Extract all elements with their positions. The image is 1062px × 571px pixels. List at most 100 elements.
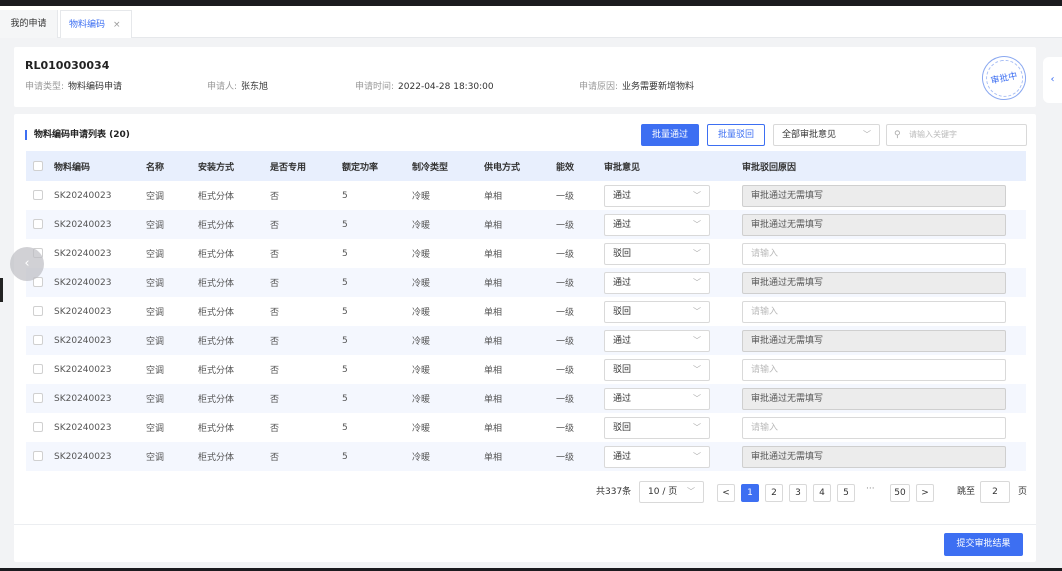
cell-code: SK20240023 [54, 210, 146, 239]
reject-reason-input[interactable]: 请输入 [742, 300, 1006, 323]
cell-install: 柜式分体 [198, 268, 270, 297]
tab-material-code-label: 物料编码 [69, 20, 106, 30]
cell-special: 否 [270, 210, 342, 239]
page-button-3[interactable]: 3 [789, 484, 807, 502]
col-header-special: 是否专用 [270, 151, 342, 181]
cell-name: 空调 [146, 268, 198, 297]
opinion-select[interactable]: 通过 ﹀ [604, 213, 710, 236]
row-checkbox[interactable] [33, 335, 43, 346]
opinion-select[interactable]: 通过 ﹀ [604, 445, 710, 468]
cell-efficiency: 一级 [556, 192, 575, 202]
batch-reject-button[interactable]: 批量驳回 [707, 124, 765, 146]
page-size-value: 10 / 页 [648, 487, 678, 497]
opinion-value: 通过 [613, 393, 632, 404]
reject-reason-input[interactable]: 请输入 [742, 242, 1006, 265]
page-button-4[interactable]: 4 [813, 484, 831, 502]
opinion-filter-select[interactable]: 全部审批意见 ﹀ [773, 124, 880, 146]
chevron-down-icon: ﹀ [863, 130, 871, 139]
row-checkbox[interactable] [33, 219, 43, 230]
batch-pass-button[interactable]: 批量通过 [641, 124, 699, 146]
cell-power: 5 [342, 326, 412, 355]
cell-supply: 单相 [484, 384, 556, 413]
row-checkbox[interactable] [33, 393, 43, 404]
close-icon[interactable]: × [113, 20, 121, 30]
chevron-down-icon: ﹀ [693, 422, 701, 432]
chevron-down-icon: ﹀ [693, 335, 701, 345]
cell-efficiency: 一级 [556, 326, 592, 355]
side-panel-toggle[interactable]: ‹ [1043, 57, 1062, 103]
cell-install: 柜式分体 [198, 424, 235, 434]
chevron-down-icon: ﹀ [693, 190, 701, 200]
opinion-select[interactable]: 通过 ﹀ [604, 329, 710, 352]
cell-install: 柜式分体 [198, 250, 235, 260]
prev-page-button[interactable]: < [717, 484, 735, 502]
submit-approval-button[interactable]: 提交审批结果 [944, 533, 1023, 556]
opinion-select[interactable]: 通过 ﹀ [604, 387, 710, 410]
next-page-button[interactable]: > [916, 484, 934, 502]
cell-efficiency: 一级 [556, 442, 592, 471]
row-checkbox[interactable] [33, 306, 43, 317]
row-checkbox[interactable] [33, 451, 43, 462]
row-checkbox[interactable] [33, 422, 43, 433]
opinion-select[interactable]: 通过 ﹀ [604, 184, 710, 207]
cell-efficiency: 一级 [556, 308, 575, 318]
opinion-select[interactable]: 驳回 ﹀ [604, 242, 710, 265]
cell-power: 5 [342, 422, 348, 433]
col-header-reason: 审批驳回原因 [730, 151, 1026, 181]
reject-reason-input: 审批通过无需填写 [742, 271, 1006, 294]
opinion-select[interactable]: 驳回 ﹀ [604, 416, 710, 439]
cell-name: 空调 [146, 308, 165, 318]
cell-supply: 单相 [484, 326, 556, 355]
col-header-name: 名称 [146, 151, 198, 181]
applicant: 申请人: 张东旭 [207, 82, 269, 92]
page-button-1[interactable]: 1 [741, 484, 759, 502]
cell-cool: 冷暖 [412, 308, 431, 318]
application-time: 申请时间: 2022-04-28 18:30:00 [355, 82, 494, 92]
cell-special: 否 [270, 250, 280, 260]
table-row: SK20240023 空调 柜式分体否 5 冷暖 单相 一级 通过 ﹀ 审批通过无需填写 [26, 442, 1026, 471]
opinion-select[interactable]: 通过 ﹀ [604, 271, 710, 294]
material-table: 物料编码 名称 安装方式 是否专用 额定功率 制冷类型 供电方式 能效 审批意见… [26, 151, 1026, 471]
tab-material-code[interactable]: 物料编码 × [60, 10, 132, 38]
cell-cool: 冷暖 [412, 192, 431, 202]
prev-arrow-button[interactable]: ‹ [10, 247, 44, 281]
table-row: SK20240023 空调 柜式分体 否 5 冷暖 单相 一级 驳回 ﹀ 请输入 [26, 297, 1026, 326]
row-checkbox[interactable] [33, 190, 43, 201]
cell-supply: 单相 [484, 424, 503, 434]
opinion-filter-value: 全部审批意见 [782, 130, 837, 140]
opinion-select[interactable]: 驳回 ﹀ [604, 300, 710, 323]
tab-my-applications[interactable]: 我的申请 [0, 10, 58, 38]
cell-name: 空调 [146, 366, 165, 376]
cell-power: 5 [342, 190, 348, 201]
page-size-select[interactable]: 10 / 页 ﹀ [639, 481, 704, 503]
tab-bar: 我的申请 物料编码 × [0, 6, 1062, 38]
reject-reason-input: 审批通过无需填写 [742, 184, 1006, 207]
page-button-5[interactable]: 5 [837, 484, 855, 502]
chevron-down-icon: ﹀ [693, 364, 701, 374]
opinion-value: 通过 [613, 190, 632, 201]
opinion-value: 驳回 [613, 422, 632, 433]
cell-code: SK20240023 [54, 248, 112, 259]
select-all-checkbox[interactable] [33, 160, 43, 171]
cell-power: 5 [342, 268, 412, 297]
table-row: SK20240023 空调 柜式分体否 5 冷暖 单相 一级 通过 ﹀ 审批通过无需填写 [26, 326, 1026, 355]
reject-reason-input[interactable]: 请输入 [742, 416, 1006, 439]
cell-power: 5 [342, 442, 412, 471]
cell-efficiency: 一级 [556, 268, 592, 297]
col-header-cool: 制冷类型 [412, 151, 484, 181]
row-checkbox[interactable] [33, 364, 43, 375]
page-button-last[interactable]: 50 [890, 484, 910, 502]
jump-page-input[interactable]: 2 [980, 481, 1010, 503]
reject-reason-input[interactable]: 请输入 [742, 358, 1006, 381]
col-header-power: 额定功率 [342, 151, 412, 181]
footer-divider [14, 524, 1036, 525]
status-stamp: 审批中 [977, 51, 1031, 105]
search-input[interactable]: ⚲ 请输入关键字 [886, 124, 1027, 146]
col-header-supply: 供电方式 [484, 151, 556, 181]
chevron-down-icon: ﹀ [693, 248, 701, 258]
application-code: RL010030034 [25, 59, 110, 72]
opinion-select[interactable]: 驳回 ﹀ [604, 358, 710, 381]
reject-reason-input: 审批通过无需填写 [742, 329, 1006, 352]
page-button-2[interactable]: 2 [765, 484, 783, 502]
chevron-down-icon: ﹀ [693, 306, 701, 316]
